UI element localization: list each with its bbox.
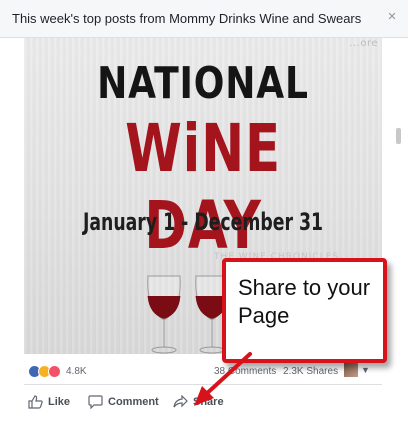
dialog-header: This week's top posts from Mommy Drinks …: [0, 0, 408, 38]
dialog-title: This week's top posts from Mommy Drinks …: [12, 11, 362, 26]
reaction-count: 4.8K: [66, 365, 87, 377]
annotation-arrow-icon: [194, 352, 252, 406]
share-count-link[interactable]: 2.3K Shares: [283, 366, 338, 377]
reaction-summary[interactable]: 4.8K: [28, 363, 87, 379]
image-corner-text: ...ore: [349, 38, 378, 49]
comment-icon: [88, 395, 103, 409]
love-icon: [48, 364, 61, 378]
avatar[interactable]: [344, 363, 358, 377]
share-icon: [173, 395, 188, 408]
like-button[interactable]: Like: [28, 393, 70, 411]
thumbs-up-icon: [28, 395, 43, 409]
image-date-range: January 1 - December 31: [82, 208, 324, 236]
comment-label: Comment: [108, 396, 159, 408]
chevron-down-icon[interactable]: ▼: [361, 365, 370, 375]
like-label: Like: [48, 396, 71, 408]
image-headline-national: NATIONAL: [97, 58, 309, 109]
image-headline-wine-day: WiNE DAY: [125, 110, 281, 264]
scrollbar[interactable]: [396, 128, 401, 144]
annotation-text: Share to your Page: [238, 275, 371, 328]
close-icon[interactable]: ×: [384, 9, 400, 25]
comment-button[interactable]: Comment: [88, 393, 159, 411]
